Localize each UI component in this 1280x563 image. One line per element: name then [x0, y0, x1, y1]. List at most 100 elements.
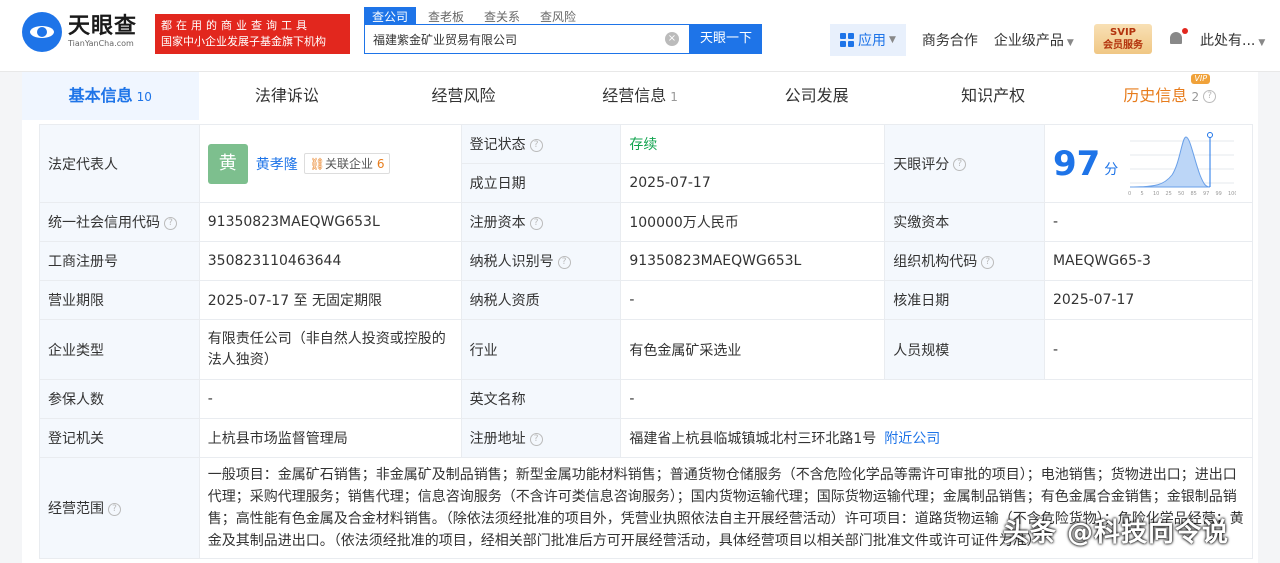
label-text: 组织机构代码 [893, 254, 978, 270]
search-button[interactable]: 天眼一下 [690, 24, 762, 54]
score-value: 97 [1052, 143, 1101, 184]
scope-label: 经营范围? [39, 457, 200, 559]
capital-label: 注册资本? [460, 202, 622, 242]
help-icon[interactable]: ? [108, 502, 121, 516]
tab-history[interactable]: VIP 历史信息 2? [1081, 72, 1258, 120]
company-tabs: 基本信息 10 法律诉讼 经营风险 经营信息 1 公司发展 知识产权 VIP 历史信息… [22, 72, 1258, 120]
label-text: 统一社会信用代码 [48, 215, 160, 231]
chevron-down-icon: ▼ [1258, 38, 1266, 48]
tab-label: 基本信息 [68, 86, 133, 105]
label-text: 经营范围 [48, 501, 104, 517]
term-label: 营业期限 [39, 280, 200, 320]
tab-legal[interactable]: 法律诉讼 [199, 72, 376, 120]
term-value: 2025-07-17 至 无固定期限 [198, 280, 462, 320]
related-count: 6 [376, 157, 385, 171]
org-code-label: 组织机构代码? [884, 241, 1045, 281]
score-cell[interactable]: 97 分 0 5 10 25 50 85 97 99 100 [1043, 124, 1254, 203]
help-icon[interactable]: ? [557, 255, 571, 269]
help-icon[interactable]: ? [981, 255, 995, 269]
tab-operation[interactable]: 经营信息 1 [552, 72, 729, 120]
reg-status-value: 存续 [620, 124, 886, 164]
label-text: 登记状态 [469, 137, 526, 153]
search-input[interactable]: 福建紫金矿业贸易有限公司 × [364, 24, 690, 54]
en-name-value: - [620, 379, 1253, 419]
tab-development[interactable]: 公司发展 [728, 72, 905, 120]
basic-info-table: 法定代表人 黄 黄孝隆 ⛓关联企业 6 登记状态? 存续 天眼评分? 97 分 [39, 124, 1254, 559]
score-axis-tick: 100 [1228, 191, 1236, 197]
help-icon[interactable]: ? [953, 158, 967, 171]
grid-icon [840, 33, 854, 47]
clear-icon[interactable]: × [665, 32, 679, 46]
user-name: 此处有... [1200, 33, 1256, 49]
tab-count: 1 [670, 90, 678, 104]
legal-rep-cell: 黄 黄孝隆 ⛓关联企业 6 [198, 124, 462, 203]
top-navbar: 天眼查 TianYanCha.com 都在用的商业查询工具 国家中小企业发展子基… [0, 0, 1280, 72]
related-companies-badge[interactable]: ⛓关联企业 6 [303, 153, 391, 174]
address-value: 福建省上杭县临城镇城北村三环北路1号 附近公司 [620, 418, 1253, 458]
biz-reg-label: 工商注册号 [39, 241, 200, 281]
approve-date-value: 2025-07-17 [1043, 280, 1254, 320]
score-axis-tick: 99 [1216, 191, 1222, 197]
notification-dot [1182, 28, 1188, 34]
insured-value: - [198, 379, 462, 419]
biz-reg-value: 350823110463644 [198, 241, 462, 281]
enterprise-label: 企业级产品 [993, 33, 1064, 49]
tab-count: 2 [1191, 90, 1200, 104]
basic-info-card: 法定代表人 黄 黄孝隆 ⛓关联企业 6 登记状态? 存续 天眼评分? 97 分 [22, 120, 1258, 563]
credit-code-label: 统一社会信用代码? [39, 202, 200, 242]
tab-basic-info[interactable]: 基本信息 10 [22, 72, 199, 120]
user-menu[interactable]: 此处有... ▼ [1200, 30, 1265, 50]
legal-rep-name-link[interactable]: 黄孝隆 [256, 154, 298, 174]
capital-value: 100000万人民币 [620, 202, 886, 242]
score-axis-tick: 0 [1128, 191, 1131, 197]
search-input-value: 福建紫金矿业贸易有限公司 [373, 33, 518, 47]
taxpayer-id-value: 91350823MAEQWG653L [620, 241, 886, 281]
label-text: 纳税人识别号 [469, 254, 554, 270]
help-icon[interactable]: ? [529, 138, 543, 152]
svip-button[interactable]: SVIP 会员服务 [1094, 24, 1152, 54]
tab-label: 经营信息 [602, 86, 667, 105]
company-type-value: 有限责任公司（非自然人投资或控股的法人独资） [198, 319, 462, 380]
score-label: 天眼评分? [884, 124, 1045, 203]
bell-icon[interactable] [1168, 28, 1188, 48]
help-icon[interactable]: ? [529, 432, 543, 446]
paid-capital-value: - [1043, 202, 1254, 242]
help-icon[interactable]: ? [164, 216, 177, 230]
en-name-label: 英文名称 [460, 379, 622, 419]
svip-label: SVIP [1110, 27, 1136, 38]
nearby-companies-link[interactable]: 附近公司 [884, 431, 940, 447]
score-axis-tick: 50 [1178, 191, 1184, 197]
help-icon[interactable]: ? [529, 216, 543, 230]
avatar: 黄 [207, 143, 248, 184]
tab-risk[interactable]: 经营风险 [375, 72, 552, 120]
address-text: 福建省上杭县临城镇城北村三环北路1号 [629, 431, 877, 447]
chevron-down-icon: ▼ [889, 35, 896, 45]
org-code-value: MAEQWG65-3 [1043, 241, 1254, 281]
staff-size-value: - [1043, 319, 1254, 380]
authority-label: 登记机关 [39, 418, 200, 458]
label-text: 注册地址 [469, 431, 526, 447]
logo[interactable]: 天眼查 TianYanCha.com [22, 12, 137, 52]
logo-text: 天眼查 [68, 14, 138, 39]
apps-menu-button[interactable]: 应用 ▼ [830, 24, 906, 56]
approve-date-label: 核准日期 [884, 280, 1045, 320]
enterprise-products-menu[interactable]: 企业级产品 ▼ [994, 30, 1074, 50]
tab-count: 10 [136, 90, 152, 104]
founded-value: 2025-07-17 [620, 163, 886, 203]
label-text: 天眼评分 [893, 156, 950, 173]
tab-label: 公司发展 [784, 86, 849, 105]
score-axis-tick: 10 [1153, 191, 1159, 197]
tab-label: 经营风险 [431, 86, 496, 105]
company-type-label: 企业类型 [39, 319, 200, 380]
tab-ip[interactable]: 知识产权 [905, 72, 1082, 120]
founded-label: 成立日期 [460, 163, 622, 203]
link-icon: ⛓ [309, 157, 325, 171]
tax-qual-label: 纳税人资质 [460, 280, 622, 320]
business-cooperation-link[interactable]: 商务合作 [922, 30, 978, 50]
legal-rep-label: 法定代表人 [39, 124, 200, 203]
insured-label: 参保人数 [39, 379, 200, 419]
help-icon[interactable]: ? [1203, 90, 1217, 103]
industry-label: 行业 [460, 319, 622, 380]
related-label: 关联企业 [324, 157, 373, 171]
paid-capital-label: 实缴资本 [884, 202, 1045, 242]
